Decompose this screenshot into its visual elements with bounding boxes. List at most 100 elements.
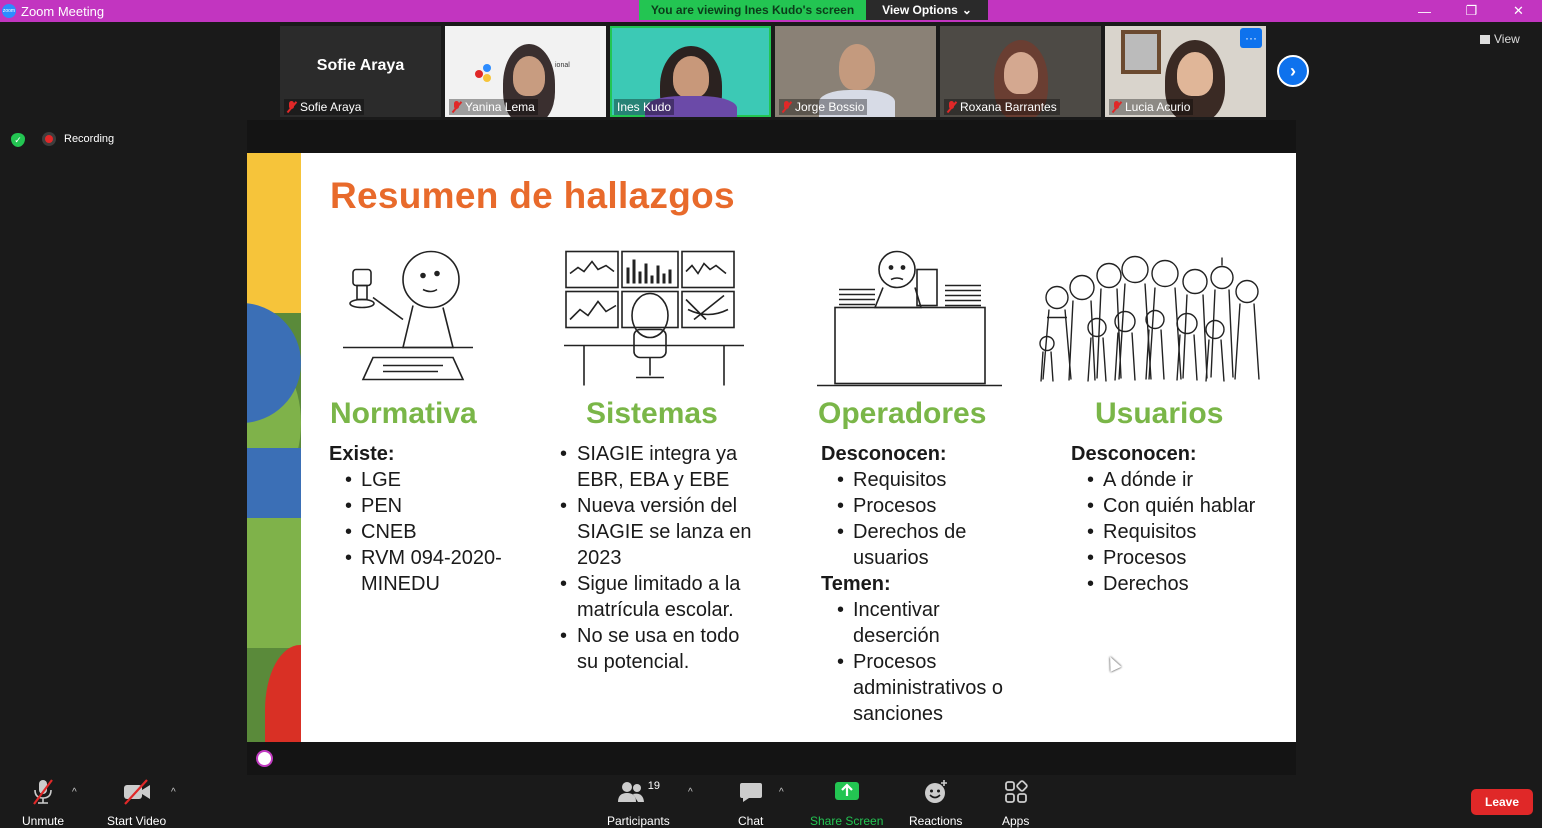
participant-label: Roxana Barrantes	[944, 99, 1060, 115]
view-button[interactable]: View	[1480, 32, 1520, 46]
list-item: No se usa en todo su potencial.	[560, 623, 760, 675]
close-button[interactable]: ✕	[1495, 0, 1542, 22]
participant-name: Ines Kudo	[617, 100, 672, 114]
mic-muted-icon	[287, 101, 296, 113]
column-heading-sistemas: Sistemas	[586, 397, 718, 430]
view-button-label: View	[1494, 32, 1520, 46]
participant-strip: Sofie Araya Sofie Araya ional Yanina Lem…	[280, 26, 1266, 117]
restore-button[interactable]: ❐	[1448, 0, 1495, 22]
participant-tile-yanina-lema[interactable]: ional Yanina Lema	[445, 26, 606, 117]
bullet-list: LGE PEN CNEB RVM 094-2020-MINEDU	[329, 467, 549, 597]
section-subheading: Temen:	[821, 573, 891, 595]
zoom-window: zoom Zoom Meeting You are viewing Ines K…	[0, 0, 1542, 828]
column-body-usuarios: Desconocen: A dónde ir Con quién hablar …	[1071, 441, 1291, 597]
bullet-list: Requisitos Procesos Derechos de usuarios	[821, 467, 1041, 571]
minimize-button[interactable]: —	[1401, 0, 1448, 22]
meeting-toolbar: Unmute ^ Start Video ^ 19 Participants ^…	[0, 775, 1542, 828]
mic-muted-icon	[947, 101, 956, 113]
slide-title: Resumen de hallazgos	[330, 175, 735, 216]
window-title: Zoom Meeting	[21, 3, 105, 19]
participants-button[interactable]: 19 Participants	[607, 778, 670, 828]
participant-face	[513, 56, 545, 96]
column-body-sistemas: SIAGIE integra ya EBR, EBA y EBE Nueva v…	[560, 441, 760, 675]
column-heading-normativa: Normativa	[330, 397, 477, 430]
participant-name: Sofie Araya	[300, 100, 362, 114]
list-item: LGE	[329, 467, 549, 493]
mic-muted-icon	[30, 778, 56, 806]
participant-face	[1177, 52, 1213, 96]
view-options-button[interactable]: View Options ⌄	[866, 0, 988, 20]
record-icon	[42, 132, 56, 146]
apps-button[interactable]: Apps	[1002, 778, 1029, 828]
bullet-list: SIAGIE integra ya EBR, EBA y EBE Nueva v…	[560, 441, 760, 675]
video-options-caret[interactable]: ^	[171, 787, 176, 798]
chat-options-caret[interactable]: ^	[779, 787, 784, 798]
logo-icon	[475, 64, 501, 86]
wall-picture	[1121, 30, 1161, 74]
audio-options-caret[interactable]: ^	[72, 787, 77, 798]
mic-muted-icon	[452, 101, 461, 113]
list-item: PEN	[329, 493, 549, 519]
chat-button[interactable]: Chat	[738, 778, 763, 828]
participant-label: Yanina Lema	[449, 99, 538, 115]
unmute-label: Unmute	[22, 814, 65, 828]
section-subheading: Existe:	[329, 443, 395, 465]
participant-name: Lucia Acurio	[1125, 100, 1191, 114]
list-item: A dónde ir	[1071, 467, 1291, 493]
list-item: Requisitos	[821, 467, 1041, 493]
zoom-app-icon: zoom	[2, 4, 16, 18]
viewing-screen-banner: You are viewing Ines Kudo's screen	[639, 0, 866, 20]
shield-check-icon[interactable]: ✓	[11, 133, 25, 147]
participant-face	[673, 56, 709, 98]
participant-display-name: Sofie Araya	[316, 57, 405, 74]
column-heading-operadores: Operadores	[818, 397, 987, 430]
participant-face	[839, 44, 875, 90]
chevron-down-icon: ⌄	[961, 3, 972, 17]
list-item: Procesos administrativos o sanciones	[821, 649, 1041, 727]
participant-name: Jorge Bossio	[795, 100, 865, 114]
bullet-list: A dónde ir Con quién hablar Requisitos P…	[1071, 467, 1291, 597]
view-options-label: View Options	[882, 3, 958, 17]
share-screen-button[interactable]: Share Screen	[810, 778, 883, 828]
column-body-normativa: Existe: LGE PEN CNEB RVM 094-2020-MINEDU	[329, 441, 549, 597]
participant-tile-lucia-acurio[interactable]: ··· Lucia Acurio	[1105, 26, 1266, 117]
unmute-button[interactable]: Unmute	[22, 778, 64, 828]
recording-indicator[interactable]: Recording	[42, 132, 114, 146]
office-worker-desk-illustration	[817, 250, 1002, 387]
list-item: Incentivar deserción	[821, 597, 971, 649]
video-off-icon	[122, 778, 152, 806]
mic-muted-icon	[782, 101, 791, 113]
leave-button[interactable]: Leave	[1471, 789, 1533, 815]
share-screen-label: Share Screen	[810, 814, 884, 828]
more-options-button[interactable]: ···	[1240, 28, 1262, 48]
participant-tile-roxana-barrantes[interactable]: Roxana Barrantes	[940, 26, 1101, 117]
next-participants-button[interactable]: ›	[1277, 55, 1309, 87]
start-video-label: Start Video	[107, 814, 167, 828]
list-item: Nueva versión del SIAGIE se lanza en 202…	[560, 493, 760, 571]
slide-decor-stripe	[247, 153, 301, 742]
participant-label: Ines Kudo	[614, 99, 675, 115]
list-item: CNEB	[329, 519, 549, 545]
column-body-operadores: Desconocen: Requisitos Procesos Derechos…	[821, 441, 1041, 727]
participant-label: Lucia Acurio	[1109, 99, 1194, 115]
list-item: Sigue limitado a la matrícula escolar.	[560, 571, 760, 623]
chat-label: Chat	[738, 814, 764, 828]
participant-tile-sofie-araya[interactable]: Sofie Araya Sofie Araya	[280, 26, 441, 117]
list-item: RVM 094-2020-MINEDU	[329, 545, 529, 597]
participants-icon: 19	[617, 778, 660, 806]
shared-slide: Resumen de hallazgos Normativa Existe: •…	[247, 153, 1296, 742]
participant-tile-jorge-bossio[interactable]: Jorge Bossio	[775, 26, 936, 117]
participant-name: Roxana Barrantes	[960, 100, 1057, 114]
reactions-button[interactable]: Reactions	[909, 778, 962, 828]
participant-tile-ines-kudo[interactable]: Ines Kudo	[610, 26, 771, 117]
participant-label: Jorge Bossio	[779, 99, 868, 115]
grid-view-icon	[1480, 34, 1490, 44]
section-subheading: Desconocen:	[821, 443, 947, 465]
recording-label: Recording	[64, 133, 115, 145]
participants-count: 19	[647, 780, 660, 792]
reactions-label: Reactions	[909, 814, 963, 828]
start-video-button[interactable]: Start Video	[107, 778, 166, 828]
stamp-person-illustration	[343, 250, 473, 381]
list-item: SIAGIE integra ya EBR, EBA y EBE	[560, 441, 760, 493]
participants-options-caret[interactable]: ^	[688, 787, 693, 798]
